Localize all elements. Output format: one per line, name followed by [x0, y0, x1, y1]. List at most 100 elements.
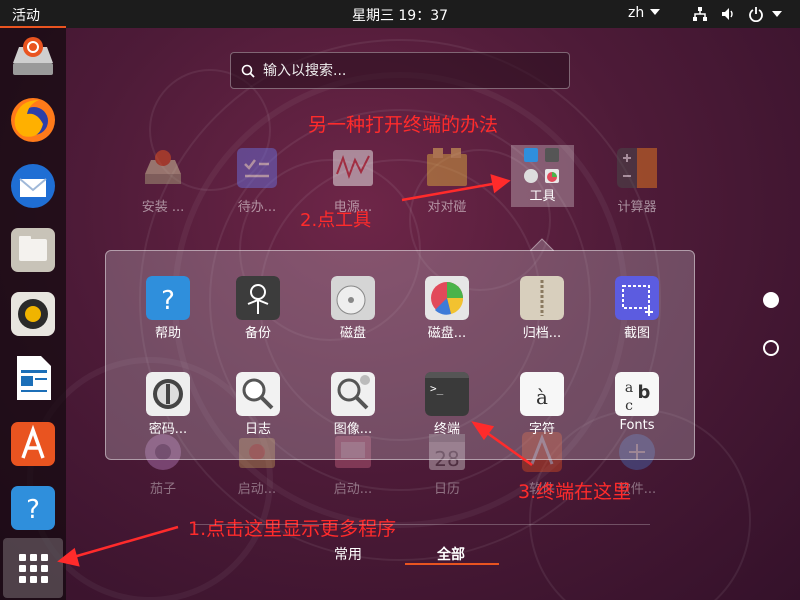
terminal-icon: >_: [425, 372, 469, 416]
screenshot-icon: [615, 276, 659, 320]
app-label: 启动...: [237, 482, 277, 497]
svg-text:?: ?: [161, 286, 175, 316]
app-disk-usage[interactable]: 磁盘...: [405, 276, 489, 341]
app-terminal[interactable]: >_ 终端: [405, 372, 489, 437]
thunderbird-icon[interactable]: [9, 162, 57, 210]
annotation-step2: 2.点工具: [300, 210, 372, 231]
app-game[interactable]: 对对碰: [402, 146, 492, 215]
app-archive-manager[interactable]: 归档...: [500, 276, 584, 341]
clock[interactable]: 星期三 19：37: [0, 5, 800, 25]
app-logs[interactable]: 日志: [216, 372, 300, 437]
app-label: 安装 ...: [141, 200, 185, 215]
help-icon: ?: [146, 276, 190, 320]
network-icon[interactable]: [692, 6, 708, 22]
app-label: 归档...: [522, 326, 562, 341]
page-indicator[interactable]: [763, 340, 779, 356]
tools-folder-popup: ? 帮助 备份 磁盘 磁盘... 归档... 截图 密码... 日志 图像...…: [105, 250, 695, 460]
app-label: 图像...: [333, 422, 373, 437]
image-viewer-icon: [331, 372, 375, 416]
show-applications-button[interactable]: [3, 538, 63, 598]
svg-text:a: a: [625, 380, 633, 396]
logs-icon: [236, 372, 280, 416]
svg-text:c: c: [625, 398, 633, 414]
tab-all[interactable]: 全部: [437, 544, 465, 564]
disks-icon: [331, 276, 375, 320]
app-disks[interactable]: 磁盘: [311, 276, 395, 341]
todo-icon: [237, 148, 277, 188]
app-label: Fonts: [619, 418, 655, 433]
annotation-step3: 3.终端在这里: [518, 481, 632, 503]
app-image-viewer[interactable]: 图像...: [311, 372, 395, 437]
game-icon: [427, 148, 467, 186]
arrow-to-show-apps: [69, 525, 179, 560]
disk-usage-icon: [425, 276, 469, 320]
page-indicator-active[interactable]: [763, 292, 779, 308]
annotation-title: 另一种打开终端的办法: [308, 114, 499, 136]
help-icon[interactable]: ?: [9, 484, 57, 532]
app-power-statistics[interactable]: 电源...: [308, 146, 398, 215]
chevron-down-icon[interactable]: [772, 11, 782, 17]
app-label: 对对碰: [427, 200, 467, 215]
app-label: 帮助: [154, 326, 181, 341]
installer-icon: [145, 150, 181, 184]
language-indicator[interactable]: zh: [628, 5, 661, 21]
firefox-icon[interactable]: [9, 96, 57, 144]
disks-icon: [524, 169, 538, 183]
tools-folder[interactable]: 工具: [511, 145, 574, 207]
app-installer[interactable]: 安装 ...: [118, 146, 208, 215]
backup-icon: [236, 276, 280, 320]
files-icon[interactable]: [9, 226, 57, 274]
app-label: 待办...: [237, 200, 277, 215]
archive-icon: [520, 276, 564, 320]
disk-usage-icon: [545, 169, 559, 183]
app-label: 备份: [244, 326, 271, 341]
search-input[interactable]: [263, 61, 563, 81]
app-backup[interactable]: 备份: [216, 276, 300, 341]
app-label: 终端: [433, 422, 460, 437]
app-label: 密码...: [148, 422, 188, 437]
dock: ?: [0, 28, 66, 600]
power-icon[interactable]: [748, 6, 764, 22]
help-icon: [524, 148, 538, 162]
app-label: 启动...: [333, 482, 373, 497]
app-characters[interactable]: à 字符: [500, 372, 584, 437]
fonts-icon: a b c: [615, 372, 659, 416]
app-label: 截图: [623, 326, 650, 341]
svg-text:b: b: [638, 382, 651, 403]
app-label: 茄子: [149, 482, 176, 497]
search-icon: [241, 64, 255, 78]
volume-icon[interactable]: [720, 6, 736, 22]
backup-icon: [545, 148, 559, 162]
power-stats-icon: [333, 150, 373, 186]
writer-icon[interactable]: [9, 354, 57, 402]
app-calculator[interactable]: 计算器: [592, 146, 682, 215]
app-label: 磁盘: [339, 326, 366, 341]
tabs-separator: [195, 524, 650, 525]
app-screenshot[interactable]: 截图: [595, 276, 679, 341]
app-label: 计算器: [617, 200, 657, 215]
search-box[interactable]: [230, 52, 570, 89]
app-label: 日历: [433, 482, 460, 497]
installer-icon[interactable]: [9, 33, 57, 81]
active-tab-indicator: [405, 563, 499, 565]
arrow-head: [490, 174, 511, 194]
passwords-icon: [146, 372, 190, 416]
calculator-icon: [617, 148, 657, 188]
app-label: 磁盘...: [427, 326, 467, 341]
app-help[interactable]: ? 帮助: [126, 276, 210, 341]
characters-icon: à: [520, 372, 564, 416]
app-fonts[interactable]: a b c Fonts: [595, 372, 679, 433]
rhythmbox-icon[interactable]: [9, 290, 57, 338]
annotation-step1: 1.点击这里显示更多程序: [188, 518, 397, 540]
tab-frequent[interactable]: 常用: [334, 544, 362, 564]
app-label: 日志: [244, 422, 271, 437]
top-bar: 活动 星期三 19：37 zh: [0, 0, 800, 28]
tools-folder-label: 工具: [529, 189, 556, 204]
svg-text:>_: >_: [430, 382, 444, 395]
software-center-icon[interactable]: [9, 420, 57, 468]
app-todo[interactable]: 待办...: [212, 146, 302, 215]
app-label: 字符: [528, 422, 555, 437]
app-passwords[interactable]: 密码...: [126, 372, 210, 437]
svg-text:?: ?: [26, 495, 40, 525]
chevron-down-icon: [650, 9, 661, 15]
